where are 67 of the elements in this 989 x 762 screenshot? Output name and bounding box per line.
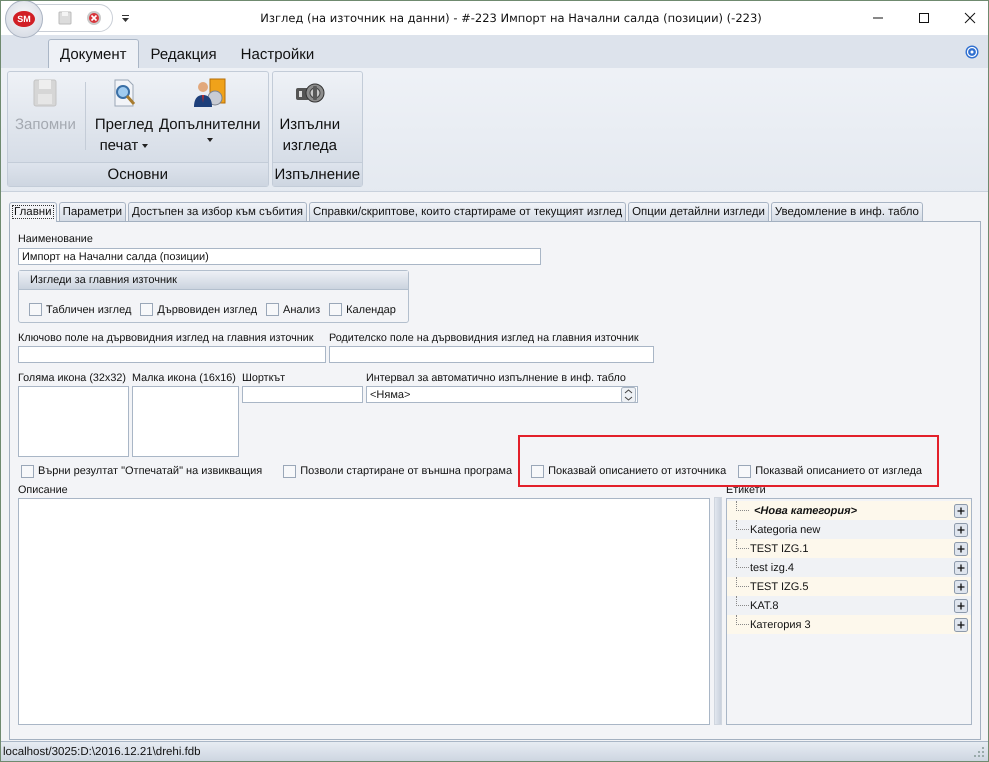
checkbox-label: Върни резултат "Отпечатай" на извикващия [38,465,262,477]
window-title: Изглед (на източник на данни) - #-223 Импорт на Начални салда (позиции) (-223) [259,11,763,25]
checkbox-label: Анализ [282,304,320,316]
checkbox[interactable] [21,464,34,478]
add-icon[interactable] [954,542,968,556]
status-text: localhost/3025:D:\2016.12.21\drehi.fdb [3,746,201,758]
page-tab[interactable]: Справки/скриптове, които стартираме от текущият изглед [308,202,626,221]
add-icon[interactable] [954,522,968,536]
ribbon-tab[interactable]: Документ [48,39,139,68]
ribbon-tab[interactable]: Настройки [228,39,326,68]
interval-spin-field[interactable]: <Няма> [366,386,638,403]
field-label: Шорткът [242,371,286,385]
resize-grip-icon[interactable] [974,746,984,756]
field-label: Малка икона (16x16) [132,371,237,385]
page-tab[interactable]: Параметри [58,202,126,221]
spinner-icon[interactable] [621,386,636,402]
add-icon[interactable] [954,598,968,612]
ribbon-group-label: Основни [8,162,268,186]
extra-button[interactable]: Допълнителни [156,74,264,160]
run-button[interactable]: Изпълни изгледа [276,74,344,160]
field-label: Описание [18,483,69,497]
preview-button[interactable]: Преглед печат [92,74,156,160]
field-label: Наименование [18,232,94,246]
tree-item[interactable]: test izg.4 [749,562,954,574]
name-field[interactable]: Импорт на Начални салда (позиции) [18,248,541,265]
checkbox-label: Табличен изглед [46,304,132,316]
small-icon-box[interactable] [132,386,239,457]
large-icon-box[interactable] [18,386,129,457]
customize-dropdown-icon[interactable] [121,14,130,22]
add-icon[interactable] [954,580,968,594]
add-icon[interactable] [954,618,968,632]
page-tab[interactable]: Достъпен за избор към събития [128,202,307,221]
checkbox[interactable] [29,303,42,316]
add-icon[interactable] [954,504,968,518]
checkbox-label: Показвай описанието от източника [548,465,726,477]
ribbon-group-label: Изпълнение [272,162,362,186]
tree-item[interactable]: KAT.8 [749,600,954,612]
field-label: Голяма икона (32x32) [18,371,127,385]
checkbox[interactable] [329,303,342,316]
tree-item[interactable]: Kategoria new [749,524,954,536]
person-disc-icon [192,78,227,108]
page-tab[interactable]: Главни [9,202,57,222]
maximize-icon[interactable] [918,12,930,24]
group-box-header: Изгледи за главния източник [19,271,408,290]
key-field-input[interactable] [18,346,326,363]
field-label: Родителско поле на дървовидния изглед на главния източник [329,331,640,345]
add-icon[interactable] [954,560,968,574]
app-menu-button[interactable]: SM [5,1,43,38]
checkbox-label: Показвай описанието от изгледа [755,465,922,477]
page-tab[interactable]: Уведомление в инф. табло [770,202,923,221]
checkbox-label: Позволи стартиране от външна програма [300,465,512,477]
ribbon-tab[interactable]: Редакция [138,39,229,68]
field-label: Ключово поле на дървовидния изглед на главния източник [18,331,314,345]
parent-field-input[interactable] [329,346,654,363]
shortcut-input[interactable] [242,386,363,403]
checkbox[interactable] [283,464,296,478]
help-icon[interactable] [965,44,979,58]
checkbox[interactable] [738,464,752,478]
page-tab[interactable]: Опции детайлни изгледи [628,202,769,221]
close-icon[interactable] [964,12,976,24]
checkbox[interactable] [531,464,544,478]
checkbox[interactable] [266,303,279,316]
splitter-handle[interactable] [714,497,722,725]
checkbox[interactable] [140,303,154,316]
field-label: Интервал за автоматично изпълнение в инф. табло [366,371,627,385]
checkbox-label: Дървовиден изглед [157,304,257,316]
checkbox-label: Календар [346,304,396,316]
